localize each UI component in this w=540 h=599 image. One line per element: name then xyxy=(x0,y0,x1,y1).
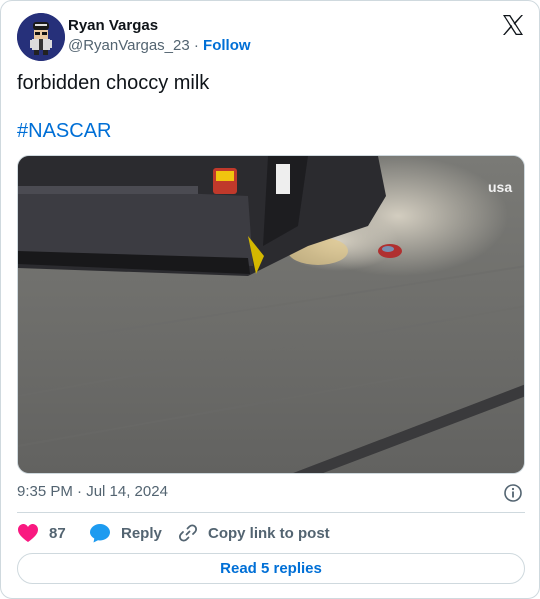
reply-bubble-icon xyxy=(90,524,110,543)
like-button[interactable]: 87 xyxy=(17,521,66,545)
author-avatar[interactable] xyxy=(17,13,65,61)
tweet-timestamp[interactable]: 9:35 PM · Jul 14, 2024 xyxy=(17,483,168,500)
heart-icon xyxy=(18,524,38,542)
racer-character-avatar-icon xyxy=(17,13,65,61)
author-handle[interactable]: @RyanVargas_23 xyxy=(68,37,190,54)
divider xyxy=(17,512,525,513)
svg-text:usa: usa xyxy=(488,179,512,195)
read-replies-button[interactable]: Read 5 replies xyxy=(17,553,525,584)
tweet-card: Ryan Vargas @RyanVargas_23 · Follow forb… xyxy=(0,0,540,599)
info-icon[interactable] xyxy=(503,483,523,503)
tweet-media[interactable]: usa xyxy=(17,155,525,474)
handle-separator: · xyxy=(193,37,199,54)
hashtag-link[interactable]: #NASCAR xyxy=(17,119,111,143)
race-car-on-track-image: usa xyxy=(18,156,524,473)
follow-link[interactable]: Follow xyxy=(203,37,251,54)
tweet-text: forbidden choccy milk xyxy=(17,72,210,94)
copy-link-button[interactable]: Copy link to post xyxy=(178,521,330,545)
like-count: 87 xyxy=(49,524,66,542)
author-display-name[interactable]: Ryan Vargas xyxy=(68,17,158,34)
copy-link-label: Copy link to post xyxy=(208,524,330,542)
reply-label: Reply xyxy=(121,524,162,542)
x-logo-icon[interactable] xyxy=(501,13,525,37)
author-handle-row: @RyanVargas_23 · Follow xyxy=(68,37,251,54)
reply-button[interactable]: Reply xyxy=(89,521,162,545)
link-icon xyxy=(178,524,198,542)
